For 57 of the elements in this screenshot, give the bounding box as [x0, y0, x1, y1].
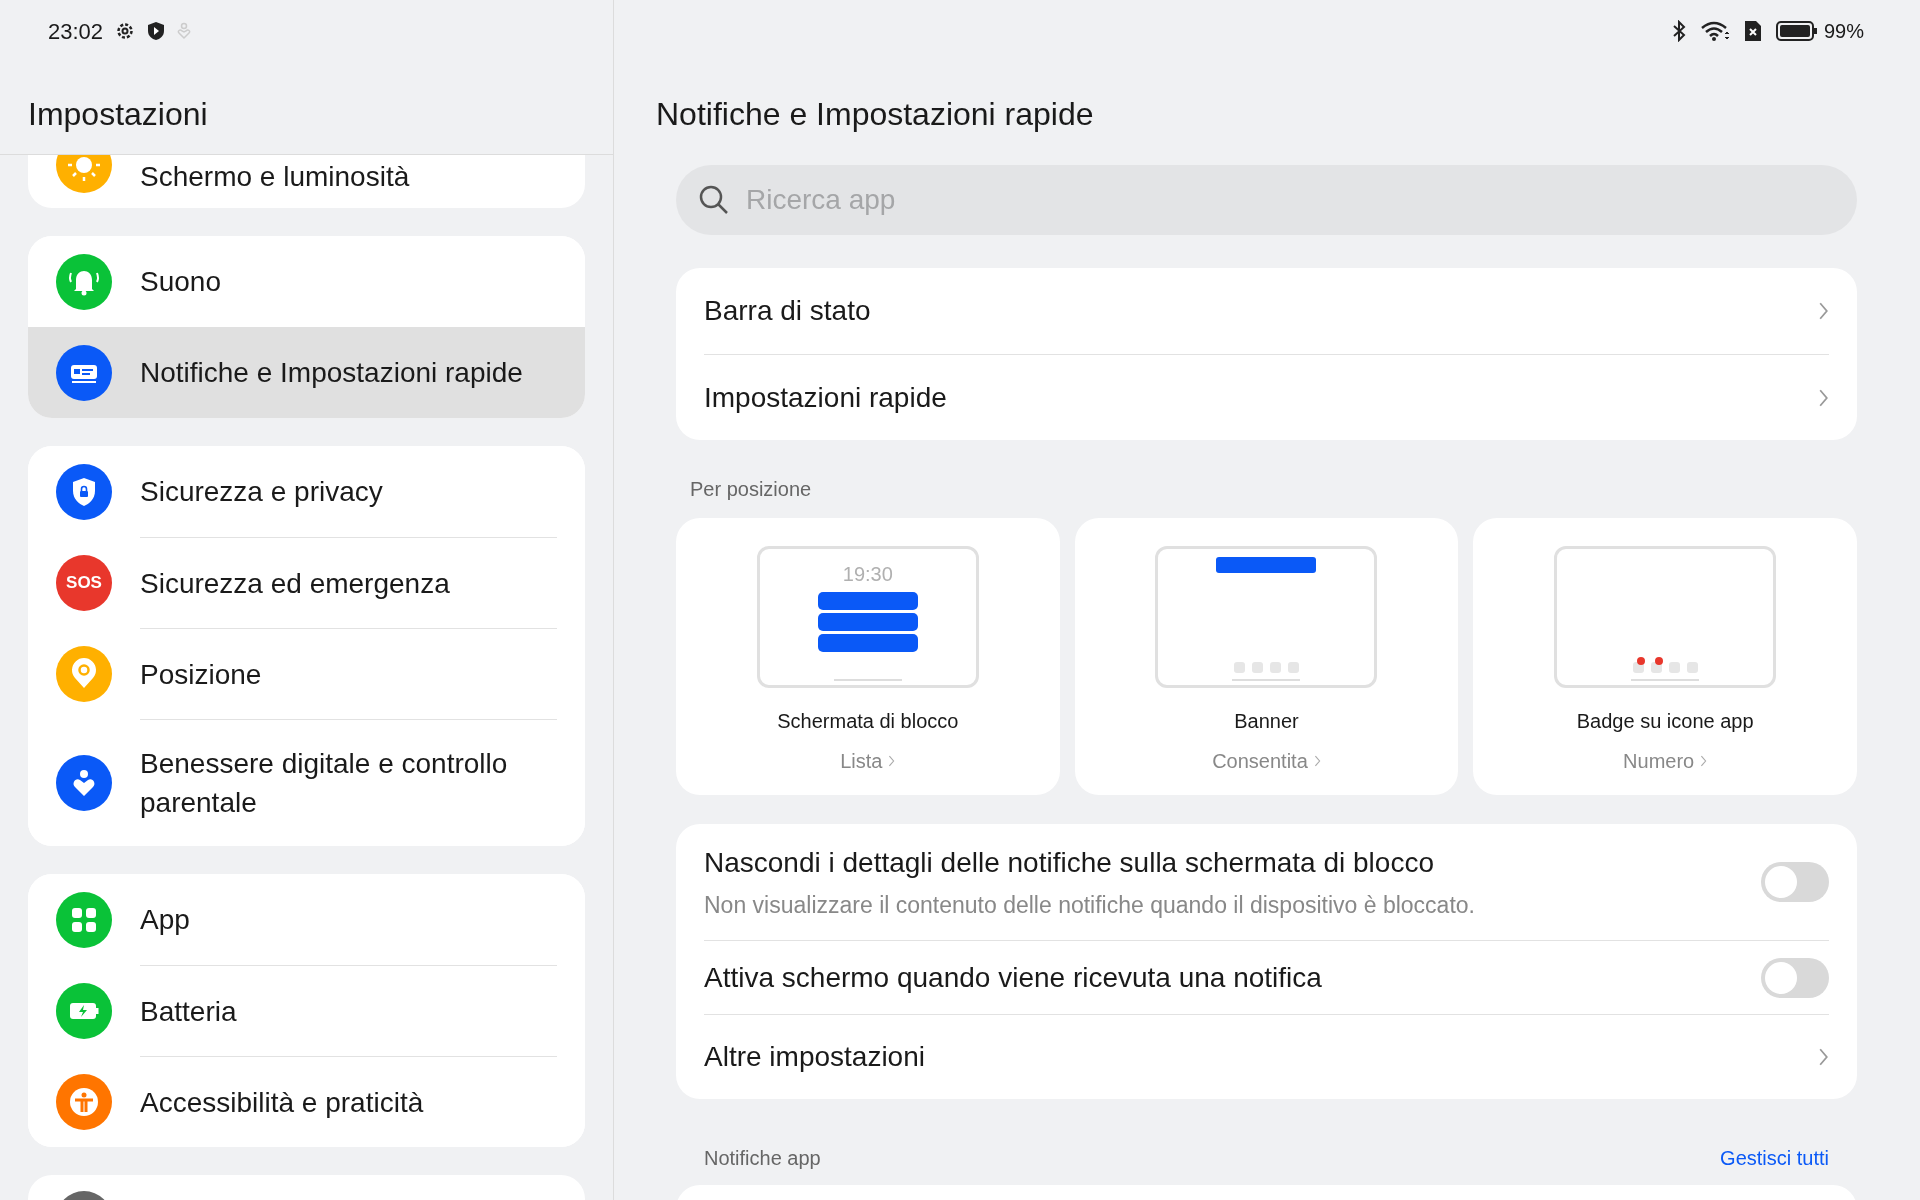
style-value[interactable]: Consentita	[1212, 746, 1321, 776]
location-pin-icon	[56, 645, 112, 702]
shield-icon	[147, 21, 166, 41]
style-card[interactable]: Banner Consentita	[1074, 518, 1459, 795]
app-grid-icon	[56, 891, 112, 948]
toggle-switch[interactable]	[1761, 957, 1829, 998]
sidebar-item[interactable]: Accessibilità e praticità	[28, 1056, 585, 1147]
sidebar-item[interactable]: Notifiche e Impostazioni rapide	[28, 327, 585, 418]
preview-time: 19:30	[842, 562, 893, 587]
chevron-right-icon	[888, 754, 896, 768]
style-card[interactable]: Badge su icone app Numero	[1473, 518, 1857, 795]
chevron-right-icon	[1818, 300, 1829, 322]
sun-icon	[56, 155, 112, 193]
chevron-right-icon	[1818, 1046, 1829, 1068]
chevron-right-icon	[1700, 754, 1708, 768]
sidebar-title: Impostazioni	[28, 96, 208, 132]
app-icon	[1288, 662, 1299, 673]
style-title: Schermata di blocco	[777, 709, 959, 734]
option-description: Non visualizzare il contenuto delle notifiche quando il dispositivo è bloccato.	[704, 890, 1475, 920]
section-label: Notifiche app	[704, 1146, 821, 1171]
sim-error-icon	[1743, 20, 1762, 42]
battery-charging-icon	[56, 982, 112, 1039]
chevron-right-icon	[1313, 754, 1321, 768]
sidebar-item[interactable]: Benessere digitale e controllo parentale	[28, 719, 585, 846]
manage-all-link[interactable]: Gestisci tutti	[1720, 1143, 1829, 1173]
style-card[interactable]: 19:30 Schermata di blocco Lista	[676, 518, 1060, 795]
app-icon	[1270, 662, 1281, 673]
person-heart-icon	[177, 22, 192, 40]
settings-row[interactable]: Impostazioni rapide	[704, 354, 1829, 440]
style-value[interactable]: Numero	[1623, 746, 1708, 776]
app-icon	[1668, 662, 1680, 673]
gear-icon	[115, 21, 136, 41]
option-label: Nascondi i dettagli delle notifiche sulla schermata di blocco	[704, 845, 1435, 880]
accessibility-icon	[56, 1073, 112, 1130]
style-title: Banner	[1234, 709, 1299, 734]
wifi-icon	[1699, 20, 1730, 42]
search-field[interactable]: Ricerca app	[676, 165, 1857, 235]
app-icon	[1234, 662, 1245, 673]
style-value[interactable]: Lista	[840, 746, 896, 776]
settings-row[interactable]: Altre impostazioni	[704, 1014, 1829, 1099]
option-label: Attiva schermo quando viene ricevuta una notifica	[704, 960, 1322, 995]
search-icon	[698, 184, 730, 216]
status-time: 23:02	[48, 17, 104, 46]
style-title: Badge su icone app	[1576, 709, 1754, 734]
section-label: Per posizione	[690, 478, 812, 500]
app-icon	[1252, 662, 1263, 673]
bell-icon	[56, 253, 112, 310]
sos-icon: SOS	[56, 554, 112, 611]
shield-lock-icon	[56, 463, 112, 520]
bluetooth-icon	[1671, 20, 1686, 42]
page-title: Notifiche e Impostazioni rapide	[656, 96, 1094, 132]
card-icon	[56, 344, 112, 401]
toggle-switch[interactable]	[1761, 862, 1829, 902]
settings-row[interactable]: Barra di stato	[704, 268, 1829, 354]
app-icon	[1686, 662, 1698, 673]
battery-icon	[1775, 20, 1818, 42]
battery-percent: 99%	[1823, 19, 1864, 44]
